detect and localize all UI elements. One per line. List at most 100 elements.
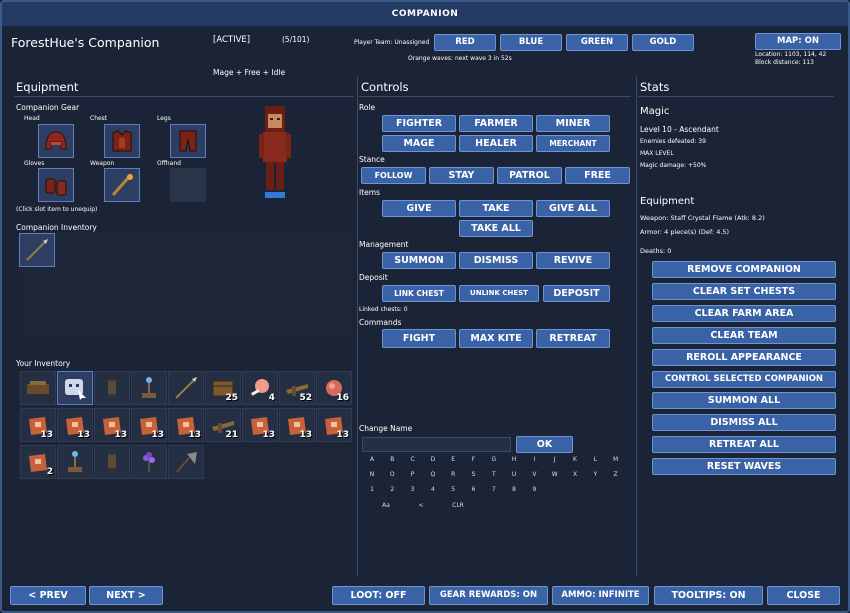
keyboard-key[interactable]: M	[610, 456, 622, 463]
inventory-slot[interactable]: 13	[168, 408, 204, 442]
keyboard-key[interactable]: T	[488, 471, 500, 478]
keyboard-key[interactable]: H	[508, 456, 520, 463]
head-slot[interactable]	[38, 124, 74, 158]
role-farmer-button[interactable]: FARMER	[459, 115, 533, 132]
keyboard-case-key[interactable]: Aa	[376, 502, 396, 509]
keyboard-key[interactable]: S	[468, 471, 480, 478]
prev-button[interactable]: < PREV	[10, 586, 86, 605]
stance-stay-button[interactable]: STAY	[429, 167, 494, 184]
keyboard-key[interactable]: 6	[468, 486, 480, 493]
remove-companion-button[interactable]: REMOVE COMPANION	[652, 261, 836, 278]
retreat-button[interactable]: RETREAT	[536, 329, 610, 348]
inventory-slot[interactable]	[20, 371, 56, 405]
legs-slot[interactable]	[170, 124, 206, 158]
inventory-slot[interactable]: 2	[20, 445, 56, 479]
stance-follow-button[interactable]: FOLLOW	[361, 167, 426, 184]
clear-team-button[interactable]: CLEAR TEAM	[652, 326, 836, 344]
keyboard-key[interactable]: 2	[386, 486, 398, 493]
gear-rewards-toggle-button[interactable]: GEAR REWARDS: ON	[429, 586, 548, 605]
control-selected-companion-button[interactable]: CONTROL SELECTED COMPANION	[652, 370, 836, 388]
deposit-button[interactable]: DEPOSIT	[543, 285, 610, 302]
keyboard-key[interactable]: I	[528, 456, 540, 463]
keyboard-key[interactable]: C	[407, 456, 419, 463]
gloves-slot[interactable]	[38, 168, 74, 202]
inventory-slot[interactable]	[94, 371, 130, 405]
summon-button[interactable]: SUMMON	[382, 252, 456, 269]
ok-button[interactable]: OK	[516, 436, 573, 453]
keyboard-key[interactable]: G	[488, 456, 500, 463]
team-red-button[interactable]: RED	[434, 34, 496, 51]
keyboard-backspace-key[interactable]: <	[411, 502, 431, 509]
keyboard-key[interactable]: O	[386, 471, 398, 478]
keyboard-key[interactable]: 5	[447, 486, 459, 493]
keyboard-key[interactable]: E	[447, 456, 459, 463]
keyboard-key[interactable]: Q	[427, 471, 439, 478]
keyboard-key[interactable]: N	[366, 471, 378, 478]
keyboard-key[interactable]: A	[366, 456, 378, 463]
reset-waves-button[interactable]: RESET WAVES	[652, 458, 836, 476]
unlink-chest-button[interactable]: UNLINK CHEST	[459, 285, 539, 302]
keyboard-key[interactable]: 8	[508, 486, 520, 493]
role-healer-button[interactable]: HEALER	[459, 135, 533, 152]
keyboard-key[interactable]: 9	[528, 486, 540, 493]
keyboard-key[interactable]: U	[508, 471, 520, 478]
inventory-slot[interactable]	[57, 371, 93, 405]
keyboard-key[interactable]: 4	[427, 486, 439, 493]
reroll-appearance-button[interactable]: REROLL APPEARANCE	[652, 348, 836, 366]
take-button[interactable]: TAKE	[459, 200, 533, 217]
retreat-all-button[interactable]: RETREAT ALL	[652, 436, 836, 454]
inventory-slot[interactable]	[94, 445, 130, 479]
role-miner-button[interactable]: MINER	[536, 115, 610, 132]
team-gold-button[interactable]: GOLD	[632, 34, 694, 51]
inventory-slot[interactable]	[131, 371, 167, 405]
inventory-slot[interactable]: 21	[205, 408, 241, 442]
keyboard-clear-key[interactable]: CLR	[448, 502, 468, 509]
fight-button[interactable]: FIGHT	[382, 329, 456, 348]
keyboard-key[interactable]: K	[569, 456, 581, 463]
inventory-slot[interactable]: 16	[316, 371, 352, 405]
revive-button[interactable]: REVIVE	[536, 252, 610, 269]
inventory-slot[interactable]: 13	[20, 408, 56, 442]
summon-all-button[interactable]: SUMMON ALL	[652, 392, 836, 410]
ammo-toggle-button[interactable]: AMMO: INFINITE	[552, 586, 649, 605]
companion-inventory-slot[interactable]	[19, 233, 55, 267]
give-button[interactable]: GIVE	[382, 200, 456, 217]
inventory-slot[interactable]: 13	[131, 408, 167, 442]
inventory-slot[interactable]: 13	[279, 408, 315, 442]
team-blue-button[interactable]: BLUE	[500, 34, 562, 51]
map-toggle-button[interactable]: MAP: ON	[755, 33, 841, 50]
inventory-slot[interactable]	[168, 445, 204, 479]
inventory-slot[interactable]: 13	[316, 408, 352, 442]
clear-set-chests-button[interactable]: CLEAR SET CHESTS	[652, 282, 836, 300]
weapon-slot[interactable]	[104, 168, 140, 202]
inventory-slot[interactable]: 13	[94, 408, 130, 442]
next-button[interactable]: NEXT >	[89, 586, 163, 605]
keyboard-key[interactable]: X	[569, 471, 581, 478]
keyboard-key[interactable]: V	[528, 471, 540, 478]
dismiss-all-button[interactable]: DISMISS ALL	[652, 414, 836, 432]
dismiss-button[interactable]: DISMISS	[459, 252, 533, 269]
inventory-slot[interactable]	[168, 371, 204, 405]
tooltips-toggle-button[interactable]: TOOLTIPS: ON	[654, 586, 763, 605]
keyboard-key[interactable]: 3	[407, 486, 419, 493]
clear-farm-area-button[interactable]: CLEAR FARM AREA	[652, 304, 836, 322]
inventory-slot[interactable]: 25	[205, 371, 241, 405]
name-input[interactable]	[362, 437, 511, 452]
role-fighter-button[interactable]: FIGHTER	[382, 115, 456, 132]
inventory-slot[interactable]	[131, 445, 167, 479]
keyboard-key[interactable]: P	[407, 471, 419, 478]
chest-slot[interactable]	[104, 124, 140, 158]
inventory-slot[interactable]	[57, 445, 93, 479]
loot-toggle-button[interactable]: LOOT: OFF	[332, 586, 425, 605]
keyboard-key[interactable]: R	[447, 471, 459, 478]
keyboard-key[interactable]: 1	[366, 486, 378, 493]
stance-patrol-button[interactable]: PATROL	[497, 167, 562, 184]
take-all-button[interactable]: TAKE ALL	[459, 220, 533, 237]
keyboard-key[interactable]: J	[549, 456, 561, 463]
inventory-slot[interactable]: 52	[279, 371, 315, 405]
give-all-button[interactable]: GIVE ALL	[536, 200, 610, 217]
keyboard-key[interactable]: W	[549, 471, 561, 478]
team-green-button[interactable]: GREEN	[566, 34, 628, 51]
keyboard-key[interactable]: 7	[488, 486, 500, 493]
keyboard-key[interactable]: B	[386, 456, 398, 463]
